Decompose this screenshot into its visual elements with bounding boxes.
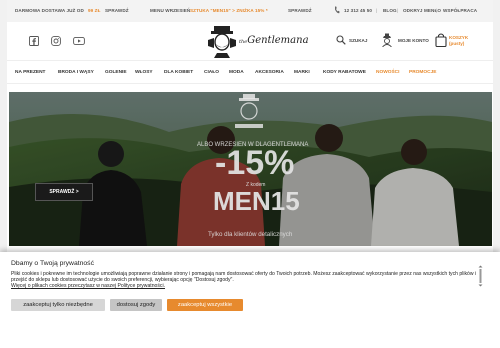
shipping-check-link[interactable]: SPRAWDŹ: [105, 8, 129, 13]
nav-item-accessories[interactable]: AKCESORIA: [255, 70, 284, 75]
top-bar: DARMOWA DOSTAWA JUŻ OD 99 ZŁ SPRAWDŹ MEN…: [7, 0, 493, 22]
nav-item-hair[interactable]: WŁOSY: [135, 70, 153, 75]
search-label[interactable]: SZUKAJ: [349, 38, 367, 43]
shipping-text: DARMOWA DOSTAWA JUŻ OD: [15, 8, 84, 13]
logo-prefix: the: [239, 39, 248, 45]
promo-prefix: MENU WRZESIEŃ: [150, 8, 191, 13]
nav-item-body[interactable]: CIAŁO: [204, 70, 219, 75]
promo-check-link[interactable]: SPRAWDŹ: [288, 8, 312, 13]
nav-item-new[interactable]: NOWOŚCI: [376, 70, 399, 75]
hero-note: Tylko dla klientów detalicznych: [208, 231, 293, 238]
account-label[interactable]: MOJE KONTO: [398, 38, 429, 43]
customize-consents-button[interactable]: dostosuj zgody: [110, 299, 162, 311]
cookie-scrollbar[interactable]: [478, 265, 483, 287]
cart-label[interactable]: KOSZYK (pusty): [449, 35, 468, 47]
shipping-amount: 99 ZŁ: [88, 8, 101, 13]
nav-item-discount-codes[interactable]: KODY RABATOWE: [323, 70, 366, 75]
nav-item-beard[interactable]: BRODA I WĄSY: [58, 70, 94, 75]
hero-code: MEN15: [213, 186, 300, 216]
privacy-policy-link[interactable]: Więcej o plikach cookies przeczytasz w n…: [11, 283, 165, 289]
nav-item-women[interactable]: DLA KOBIET: [164, 70, 193, 75]
header: theGentlemana SZUKAJ MOJE KONTO KOSZYK (…: [7, 22, 493, 60]
topbar-divider: |: [397, 8, 399, 13]
cookie-title: Dbamy o Twoją prywatność: [11, 260, 94, 267]
logo-name: Gentlemana: [247, 35, 309, 46]
main-nav: NA PREZENT BRODA I WĄSY GOLENIE WŁOSY DL…: [7, 60, 493, 84]
youtube-icon[interactable]: [73, 36, 85, 46]
nav-item-gifts[interactable]: NA PREZENT: [15, 70, 45, 75]
logo-text[interactable]: theGentlemana: [239, 35, 309, 46]
hero-banner[interactable]: ALBO WRZESIEŃ W DLAGENTLEMANA -15% Z kod…: [9, 92, 492, 246]
promo-highlight: SZTUKA "MEN15" > ZNIŻKA 15% *: [190, 8, 268, 13]
phone-number[interactable]: 12 312 45 50: [344, 8, 372, 13]
hero-check-button[interactable]: SPRAWDŹ >: [35, 183, 93, 201]
nav-item-shaving[interactable]: GOLENIE: [105, 70, 127, 75]
gentleman-logo-icon: [208, 26, 236, 58]
accept-all-button[interactable]: zaakceptuj wszystkie: [167, 299, 243, 311]
hero-discount: -15%: [215, 144, 295, 182]
topbar-link-cooperation[interactable]: WSPÓŁPRACA: [443, 8, 477, 13]
topbar-link-blog[interactable]: BLOG: [383, 8, 397, 13]
topbar-divider: |: [376, 8, 378, 13]
accept-necessary-button[interactable]: zaakceptuj tylko niezbędne: [11, 299, 105, 311]
cart-status: (pusty): [449, 41, 465, 46]
account-icon[interactable]: [381, 33, 393, 47]
cookie-banner: Dbamy o Twoją prywatność Pliki cookies i…: [0, 252, 500, 348]
topbar-divider: |: [436, 8, 438, 13]
nav-item-brands[interactable]: MARKI: [294, 70, 310, 75]
cookie-body-text: Pliki cookies i pokrewne im technologie …: [11, 271, 477, 284]
search-icon[interactable]: [336, 35, 346, 45]
facebook-icon[interactable]: [29, 36, 39, 46]
cookie-body: Pliki cookies i pokrewne im technologie …: [11, 271, 477, 289]
cart-icon[interactable]: [435, 33, 447, 47]
nav-item-fashion[interactable]: MODA: [229, 70, 244, 75]
instagram-icon[interactable]: [51, 36, 61, 46]
nav-item-promotions[interactable]: PROMOCJE: [409, 70, 436, 75]
phone-icon: [335, 6, 340, 14]
